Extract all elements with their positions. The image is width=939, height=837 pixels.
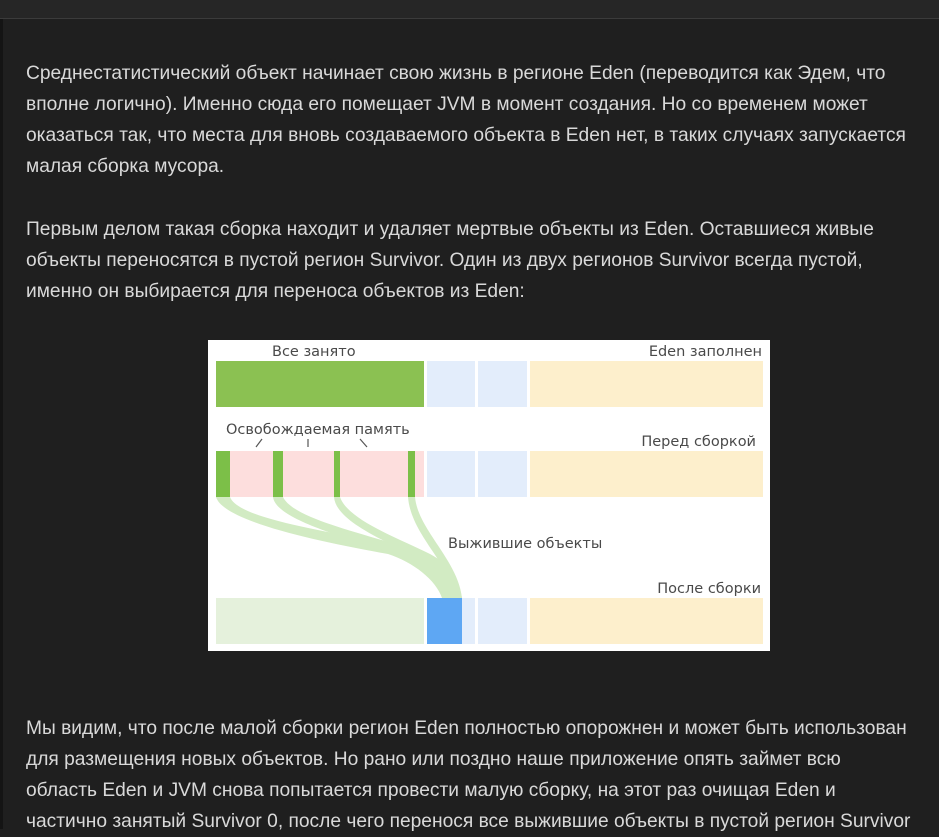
text-line: вполне логично). Именно сюда его помещае…	[26, 94, 868, 115]
left-edge	[0, 19, 3, 829]
eden-region-before	[216, 451, 424, 497]
old-gen-region	[530, 361, 763, 407]
paragraph-after-gc: Мы видим, что после малой сборки регион …	[26, 713, 910, 837]
survivor-1-region	[478, 598, 527, 644]
label-after-gc: После сборки	[657, 581, 761, 597]
text-line: область Eden и JVM снова попытается пров…	[26, 780, 836, 801]
survivor-0-filled	[427, 598, 462, 644]
live-object	[334, 451, 340, 497]
paragraph-intro: Среднестатистический объект начинает сво…	[26, 58, 906, 182]
eden-region-full	[216, 361, 424, 407]
text-line: Среднестатистический объект начинает сво…	[26, 63, 886, 84]
top-bar	[0, 0, 939, 19]
survivor-1-region	[478, 451, 527, 497]
old-gen-region	[530, 451, 763, 497]
label-survivors: Выжившие объекты	[448, 536, 602, 552]
survivor-0-region	[427, 361, 475, 407]
label-before-gc: Перед сборкой	[641, 434, 756, 450]
text-line: Мы видим, что после малой сборки регион …	[26, 718, 907, 739]
text-line: объекты переносятся в пустой регион Surv…	[26, 250, 863, 271]
gc-diagram-svg: Все занято Eden заполнен Освобождаемая п…	[216, 344, 763, 644]
survivor-1-region	[478, 361, 527, 407]
gc-diagram: Все занято Eden заполнен Освобождаемая п…	[208, 340, 770, 651]
live-object	[408, 451, 415, 497]
text-line: Первым делом такая сборка находит и удал…	[26, 219, 874, 240]
old-gen-region	[530, 598, 763, 644]
label-all-occupied: Все занято	[272, 344, 356, 360]
paragraph-first-step: Первым делом такая сборка находит и удал…	[26, 214, 874, 307]
text-line: именно он выбирается для переноса объект…	[26, 281, 525, 302]
pointer-line	[255, 438, 263, 448]
survivor-0-region	[427, 451, 475, 497]
live-object	[273, 451, 283, 497]
live-object	[216, 451, 230, 497]
text-line: для размещения новых объектов. Но рано и…	[26, 749, 841, 770]
survivor-flow	[216, 497, 461, 598]
pointer-line	[359, 438, 368, 448]
text-line: малая сборка мусора.	[26, 156, 225, 177]
text-line: оказаться так, что места для вновь созда…	[26, 125, 906, 146]
eden-region-empty	[216, 598, 424, 644]
label-freed-memory: Освобождаемая память	[226, 422, 410, 438]
label-eden-full: Eden заполнен	[649, 344, 762, 360]
